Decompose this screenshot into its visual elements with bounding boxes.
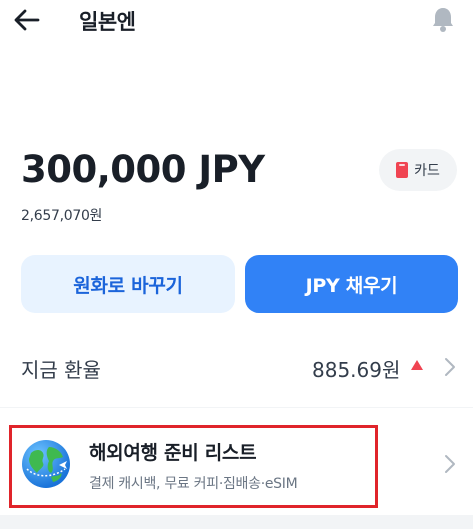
card-icon — [396, 162, 409, 178]
charge-jpy-button[interactable]: JPY 채우기 — [245, 255, 458, 313]
convert-to-krw-button[interactable]: 원화로 바꾸기 — [21, 255, 235, 313]
exchange-rate-label: 지금 환율 — [21, 358, 101, 382]
page-title: 일본엔 — [79, 10, 136, 34]
divider — [0, 407, 473, 408]
promo-subtitle: 결제 캐시백, 무료 커피·짐배송·eSIM — [89, 476, 298, 492]
globe-airplane-icon — [22, 440, 70, 488]
back-button[interactable] — [12, 6, 42, 34]
section-separator — [0, 515, 473, 529]
balance-krw-amount: 2,657,070원 — [21, 208, 103, 224]
exchange-rate-value: 885.69원 — [312, 358, 401, 382]
chevron-right-icon — [445, 455, 455, 473]
header: 일본엔 — [0, 0, 473, 40]
arrow-left-icon — [14, 9, 40, 31]
card-chip-button[interactable]: 카드 — [379, 149, 457, 191]
chevron-right-icon — [445, 358, 455, 376]
notification-button[interactable] — [428, 4, 458, 34]
promo-title: 해외여행 준비 리스트 — [89, 442, 257, 464]
exchange-rate-row[interactable]: 지금 환율 885.69원 — [0, 340, 473, 394]
travel-checklist-row[interactable]: 해외여행 준비 리스트 결제 캐시백, 무료 커피·짐배송·eSIM — [0, 418, 473, 510]
balance-amount: 300,000 JPY — [21, 148, 265, 191]
bell-icon — [433, 7, 453, 32]
triangle-up-icon — [411, 360, 423, 370]
card-chip-label: 카드 — [414, 163, 440, 179]
